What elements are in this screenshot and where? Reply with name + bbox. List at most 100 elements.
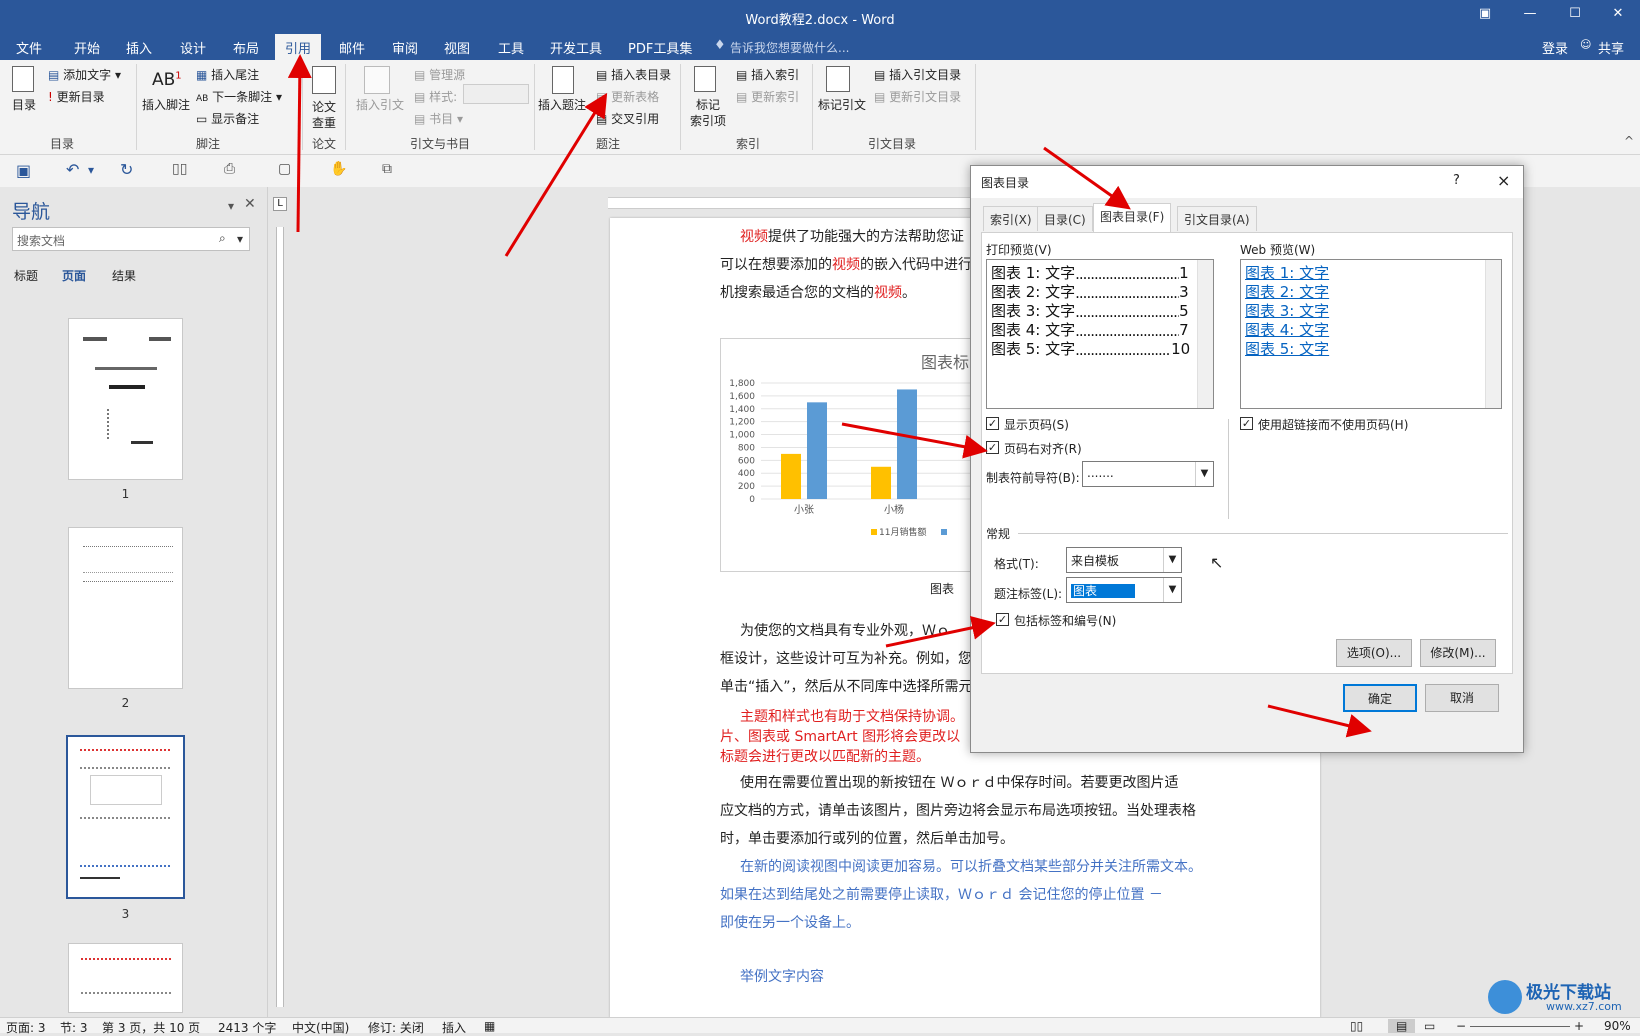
show-notes-button[interactable]: ▭ 显示备注 — [196, 110, 259, 127]
update-toc-button[interactable]: ! 更新目录 — [48, 88, 105, 105]
undo-dropdown-icon[interactable]: ▾ — [88, 163, 94, 177]
web-preview-link[interactable]: 图表 2: 文字 — [1245, 281, 1329, 302]
page-thumbnail-2[interactable] — [68, 527, 183, 689]
insert-toa-button[interactable]: ▤ 插入引文目录 — [874, 66, 961, 83]
update-toa-button[interactable]: ▤ 更新引文目录 — [874, 88, 961, 105]
read-mode-icon[interactable]: ▯▯ — [172, 161, 187, 177]
insert-table-of-figures-button[interactable]: ▤ 插入表目录 — [596, 66, 671, 83]
tab-home[interactable]: 开始 — [74, 38, 100, 57]
insert-endnote-button[interactable]: ▦ 插入尾注 — [196, 66, 259, 83]
dialog-tab-index[interactable]: 索引(X) — [983, 206, 1039, 231]
print-icon[interactable]: ⎙ — [224, 161, 235, 177]
tab-developer[interactable]: 开发工具 — [550, 38, 602, 57]
toc-button[interactable]: 目录 — [12, 96, 36, 113]
insert-citation-button[interactable]: 插入引文 — [356, 96, 404, 113]
tab-references[interactable]: 引用 — [275, 34, 322, 60]
next-footnote-button[interactable]: AB 下一条脚注 ▾ — [196, 88, 282, 105]
status-track-changes[interactable]: 修订: 关闭 — [368, 1019, 424, 1036]
print-layout-icon[interactable]: ▤ — [1388, 1019, 1416, 1033]
web-preview-link[interactable]: 图表 3: 文字 — [1245, 300, 1329, 321]
close-window-icon[interactable]: ✕ — [1603, 6, 1633, 21]
insert-index-button[interactable]: ▤ 插入索引 — [736, 66, 799, 83]
tab-layout[interactable]: 布局 — [233, 38, 259, 57]
zoom-out-icon[interactable]: − — [1456, 1019, 1466, 1033]
paper-check-button-line2[interactable]: 查重 — [312, 114, 336, 131]
status-word-count[interactable]: 2413 个字 — [218, 1019, 276, 1036]
tab-selector[interactable]: L — [273, 197, 287, 211]
web-preview-scrollbar[interactable] — [1485, 260, 1501, 408]
add-text-button[interactable]: ▤ 添加文字 ▾ — [48, 66, 121, 83]
page-thumbnail-4[interactable] — [68, 943, 183, 1013]
zoom-slider[interactable] — [1470, 1026, 1570, 1027]
zoom-in-icon[interactable]: + — [1574, 1019, 1584, 1033]
web-preview-link[interactable]: 图表 1: 文字 — [1245, 262, 1329, 283]
nav-tab-pages[interactable]: 页面 — [62, 267, 86, 284]
dialog-tab-toc[interactable]: 目录(C) — [1037, 206, 1093, 231]
nav-search-box[interactable]: 搜索文档 ⌕ ▾ — [12, 227, 250, 251]
dialog-tab-toa[interactable]: 引文目录(A) — [1177, 206, 1257, 231]
share-button[interactable]: 共享 — [1598, 38, 1624, 57]
web-preview-link[interactable]: 图表 4: 文字 — [1245, 319, 1329, 340]
dialog-tab-table-of-figures[interactable]: 图表目录(F) — [1093, 203, 1172, 232]
tab-review[interactable]: 审阅 — [392, 38, 418, 57]
dialog-close-button[interactable]: × — [1497, 171, 1510, 190]
search-icon[interactable]: ⌕ — [219, 231, 226, 246]
manage-sources-button[interactable]: ▤ 管理源 — [414, 66, 465, 83]
ok-button[interactable]: 确定 — [1343, 684, 1417, 712]
read-view-icon[interactable]: ▯▯ — [1350, 1019, 1363, 1033]
undo-icon[interactable]: ↶ — [66, 160, 79, 179]
caption-label-select[interactable]: 图表 ▼ — [1066, 577, 1182, 603]
nav-close-icon[interactable]: ✕ — [244, 196, 256, 212]
page-thumbnail-3[interactable] — [66, 735, 185, 899]
tab-design[interactable]: 设计 — [180, 38, 206, 57]
tab-mailings[interactable]: 邮件 — [339, 38, 365, 57]
tab-view[interactable]: 视图 — [444, 38, 470, 57]
nav-tab-results[interactable]: 结果 — [112, 267, 136, 284]
cancel-button[interactable]: 取消 — [1425, 684, 1499, 712]
nav-tab-headings[interactable]: 标题 — [14, 267, 38, 284]
customize-icon[interactable]: ⧉ — [382, 161, 392, 177]
tab-file[interactable]: 文件 — [16, 38, 42, 57]
web-layout-icon[interactable]: ▭ — [1424, 1019, 1435, 1033]
mark-entry-button-line1[interactable]: 标记 — [696, 96, 720, 113]
bibliography-button[interactable]: ▤ 书目 ▾ — [414, 110, 463, 127]
include-label-checkbox[interactable]: ✓ — [996, 613, 1009, 626]
web-preview-link[interactable]: 图表 5: 文字 — [1245, 338, 1329, 359]
format-select[interactable]: 来自模板 ▼ — [1066, 547, 1182, 573]
use-hyperlinks-checkbox[interactable]: ✓ — [1240, 417, 1253, 430]
insert-footnote-button[interactable]: 插入脚注 — [142, 96, 190, 113]
cross-reference-button[interactable]: ▤ 交叉引用 — [596, 110, 659, 127]
ribbon-display-icon[interactable]: ▣ — [1470, 6, 1500, 21]
right-align-checkbox[interactable]: ✓ — [986, 441, 999, 454]
status-insert-mode[interactable]: 插入 — [442, 1019, 466, 1036]
status-language[interactable]: 中文(中国) — [292, 1019, 349, 1036]
options-button[interactable]: 选项(O)... — [1336, 639, 1412, 667]
mark-entry-button-line2[interactable]: 索引项 — [690, 112, 726, 129]
login-link[interactable]: 登录 — [1542, 38, 1568, 57]
update-table-button[interactable]: ▤ 更新表格 — [596, 88, 659, 105]
minimize-icon[interactable]: — — [1515, 6, 1545, 21]
chart-container[interactable]: 图表标 0 200 400 600 800 1,000 1,200 1,400 1,600 1,8… — [720, 338, 995, 572]
nav-search-input[interactable]: 搜索文档 — [17, 232, 65, 249]
modify-button[interactable]: 修改(M)... — [1420, 639, 1496, 667]
tab-insert[interactable]: 插入 — [126, 38, 152, 57]
macro-icon[interactable]: ▦ — [484, 1019, 495, 1033]
zoom-level[interactable]: 90% — [1604, 1019, 1631, 1033]
page-thumbnail-1[interactable] — [68, 318, 183, 480]
style-dropdown[interactable] — [463, 84, 529, 104]
tab-leader-select[interactable]: ....... ▼ — [1082, 461, 1214, 487]
redo-icon[interactable]: ↻ — [120, 160, 133, 179]
show-page-numbers-checkbox[interactable]: ✓ — [986, 417, 999, 430]
mark-citation-button[interactable]: 标记引文 — [818, 96, 866, 113]
tab-tools[interactable]: 工具 — [498, 38, 524, 57]
touch-mode-icon[interactable]: ✋ — [330, 161, 347, 177]
save-icon[interactable]: ▣ — [16, 161, 31, 180]
tell-me-search[interactable]: 告诉我您想要做什么... — [730, 39, 849, 56]
maximize-icon[interactable]: ☐ — [1560, 6, 1590, 21]
update-index-button[interactable]: ▤ 更新索引 — [736, 88, 799, 105]
collapse-ribbon-icon[interactable]: ^ — [1624, 134, 1634, 148]
insert-caption-button[interactable]: 插入题注 — [538, 96, 586, 113]
print-preview-scrollbar[interactable] — [1197, 260, 1213, 408]
dialog-help-button[interactable]: ? — [1453, 173, 1460, 188]
search-dropdown-icon[interactable]: ▾ — [237, 232, 243, 246]
